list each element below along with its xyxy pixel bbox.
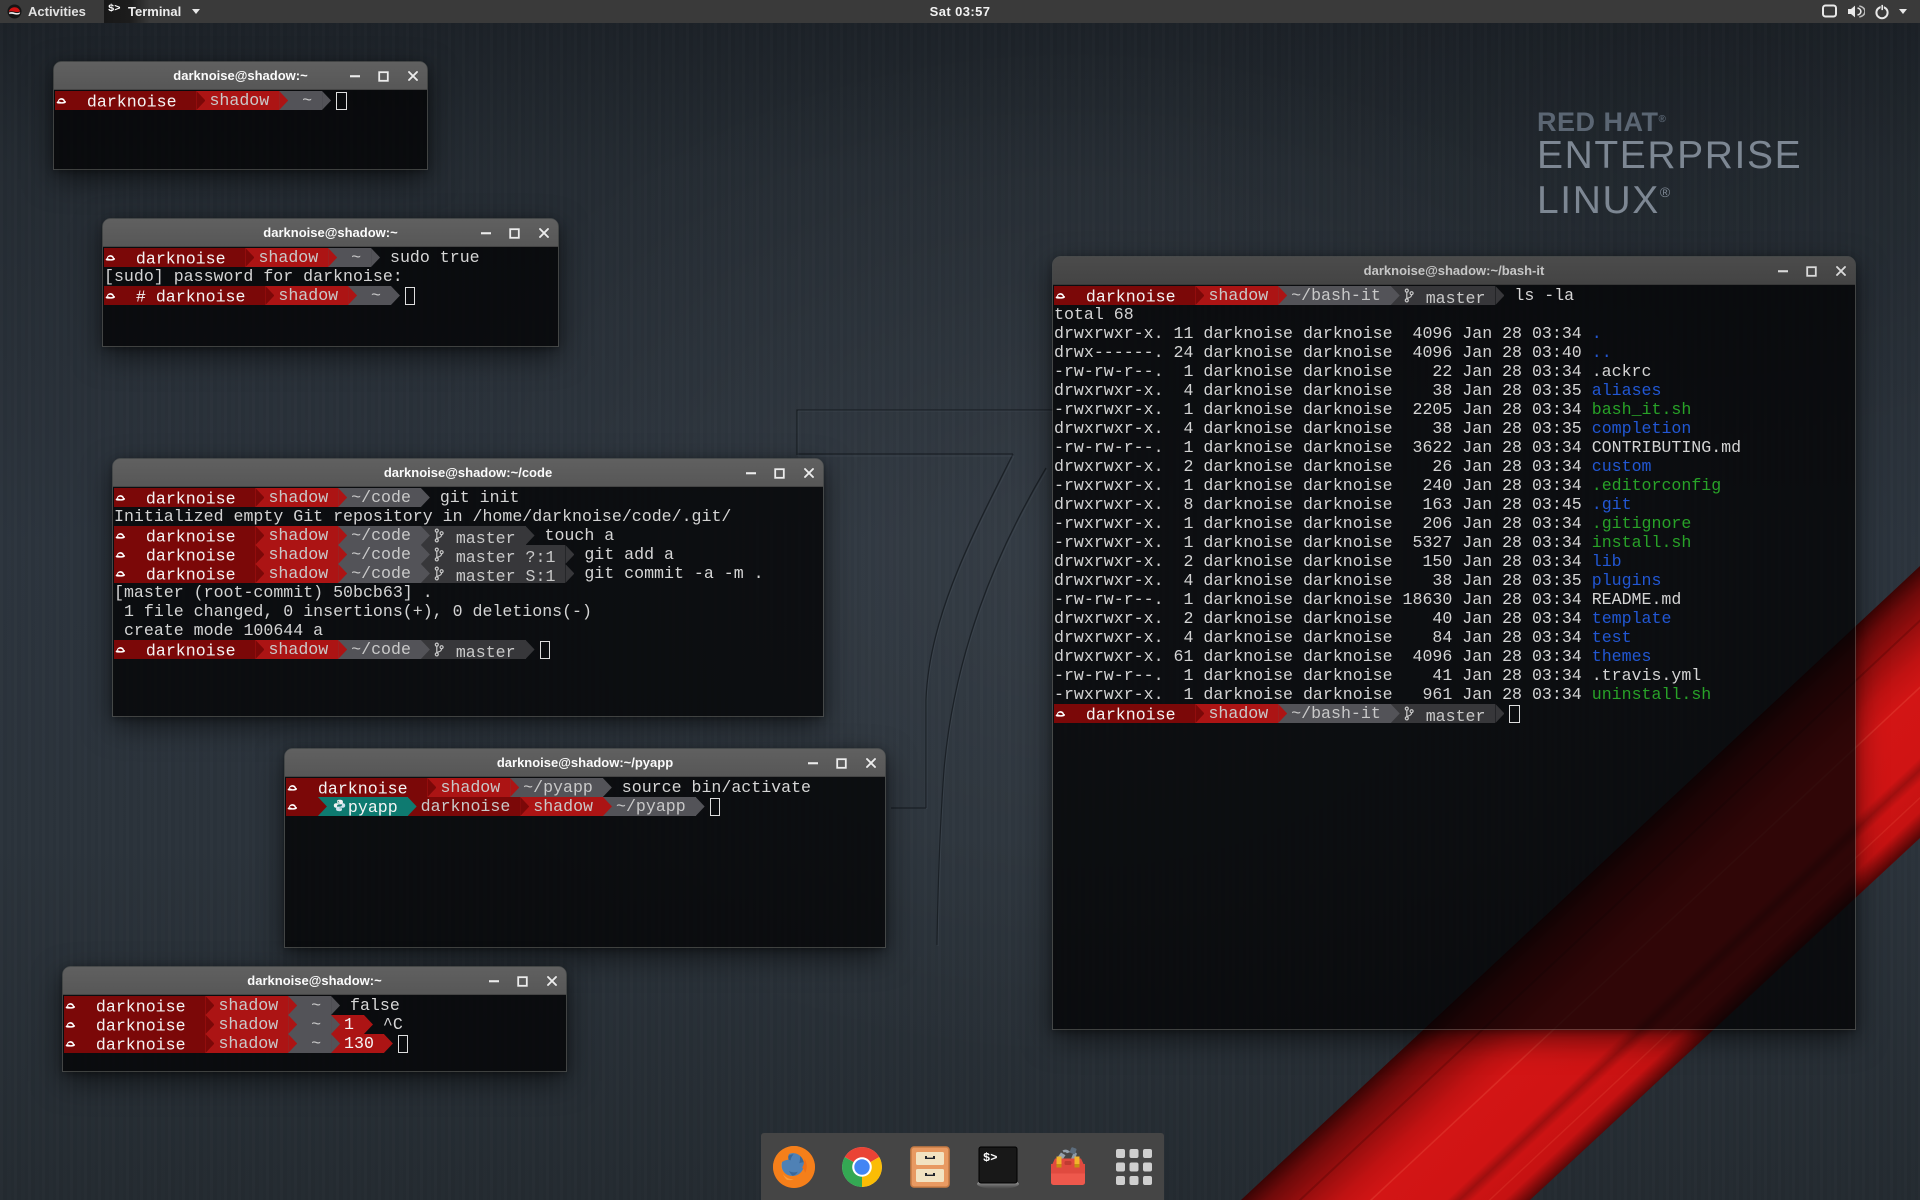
svg-text:$>: $>	[983, 1151, 997, 1165]
svg-text:$>: $>	[108, 3, 121, 15]
